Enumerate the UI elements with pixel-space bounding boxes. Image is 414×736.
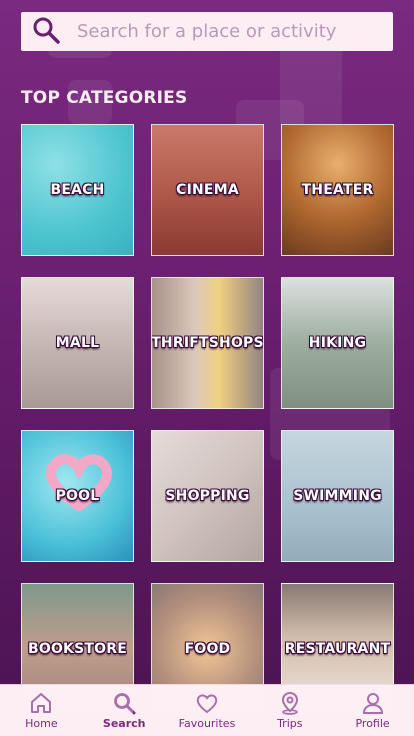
nav-label: Home	[25, 717, 58, 730]
category-label: MALL	[55, 335, 100, 351]
category-tile-beach[interactable]: BEACH	[21, 124, 134, 256]
category-label: BOOKSTORE	[27, 641, 127, 657]
category-label: SWIMMING	[293, 488, 382, 504]
search-icon	[31, 15, 61, 49]
search-bar[interactable]	[21, 12, 393, 51]
category-tile-food[interactable]: FOOD	[151, 583, 264, 715]
category-tile-swimming[interactable]: SWIMMING	[281, 430, 394, 562]
category-label: HIKING	[308, 335, 367, 351]
category-tile-hiking[interactable]: HIKING	[281, 277, 394, 409]
category-tile-cinema[interactable]: CINEMA	[151, 124, 264, 256]
category-grid: BEACH CINEMA THEATER MALL THRIFTSHOPS HI…	[21, 124, 394, 715]
category-label: CINEMA	[176, 182, 239, 198]
nav-label: Profile	[355, 717, 390, 730]
search-input[interactable]	[77, 21, 377, 42]
category-label: FOOD	[184, 641, 231, 657]
category-tile-pool[interactable]: POOL	[21, 430, 134, 562]
category-tile-thriftshops[interactable]: THRIFTSHOPS	[151, 277, 264, 409]
category-label: THEATER	[301, 182, 374, 198]
category-tile-bookstore[interactable]: BOOKSTORE	[21, 583, 134, 715]
nav-label: Favourites	[178, 717, 236, 730]
category-tile-shopping[interactable]: SHOPPING	[151, 430, 264, 562]
nav-label: Trips	[277, 717, 303, 730]
category-label: BEACH	[50, 182, 105, 198]
category-label: SHOPPING	[165, 488, 250, 504]
category-label: POOL	[55, 488, 100, 504]
category-tile-restaurant[interactable]: RESTAURANT	[281, 583, 394, 715]
category-tile-mall[interactable]: MALL	[21, 277, 134, 409]
category-tile-theater[interactable]: THEATER	[281, 124, 394, 256]
nav-label: Search	[102, 717, 146, 730]
category-label: RESTAURANT	[284, 641, 391, 657]
category-label: THRIFTSHOPS	[151, 335, 264, 351]
section-title: TOP CATEGORIES	[21, 88, 188, 108]
